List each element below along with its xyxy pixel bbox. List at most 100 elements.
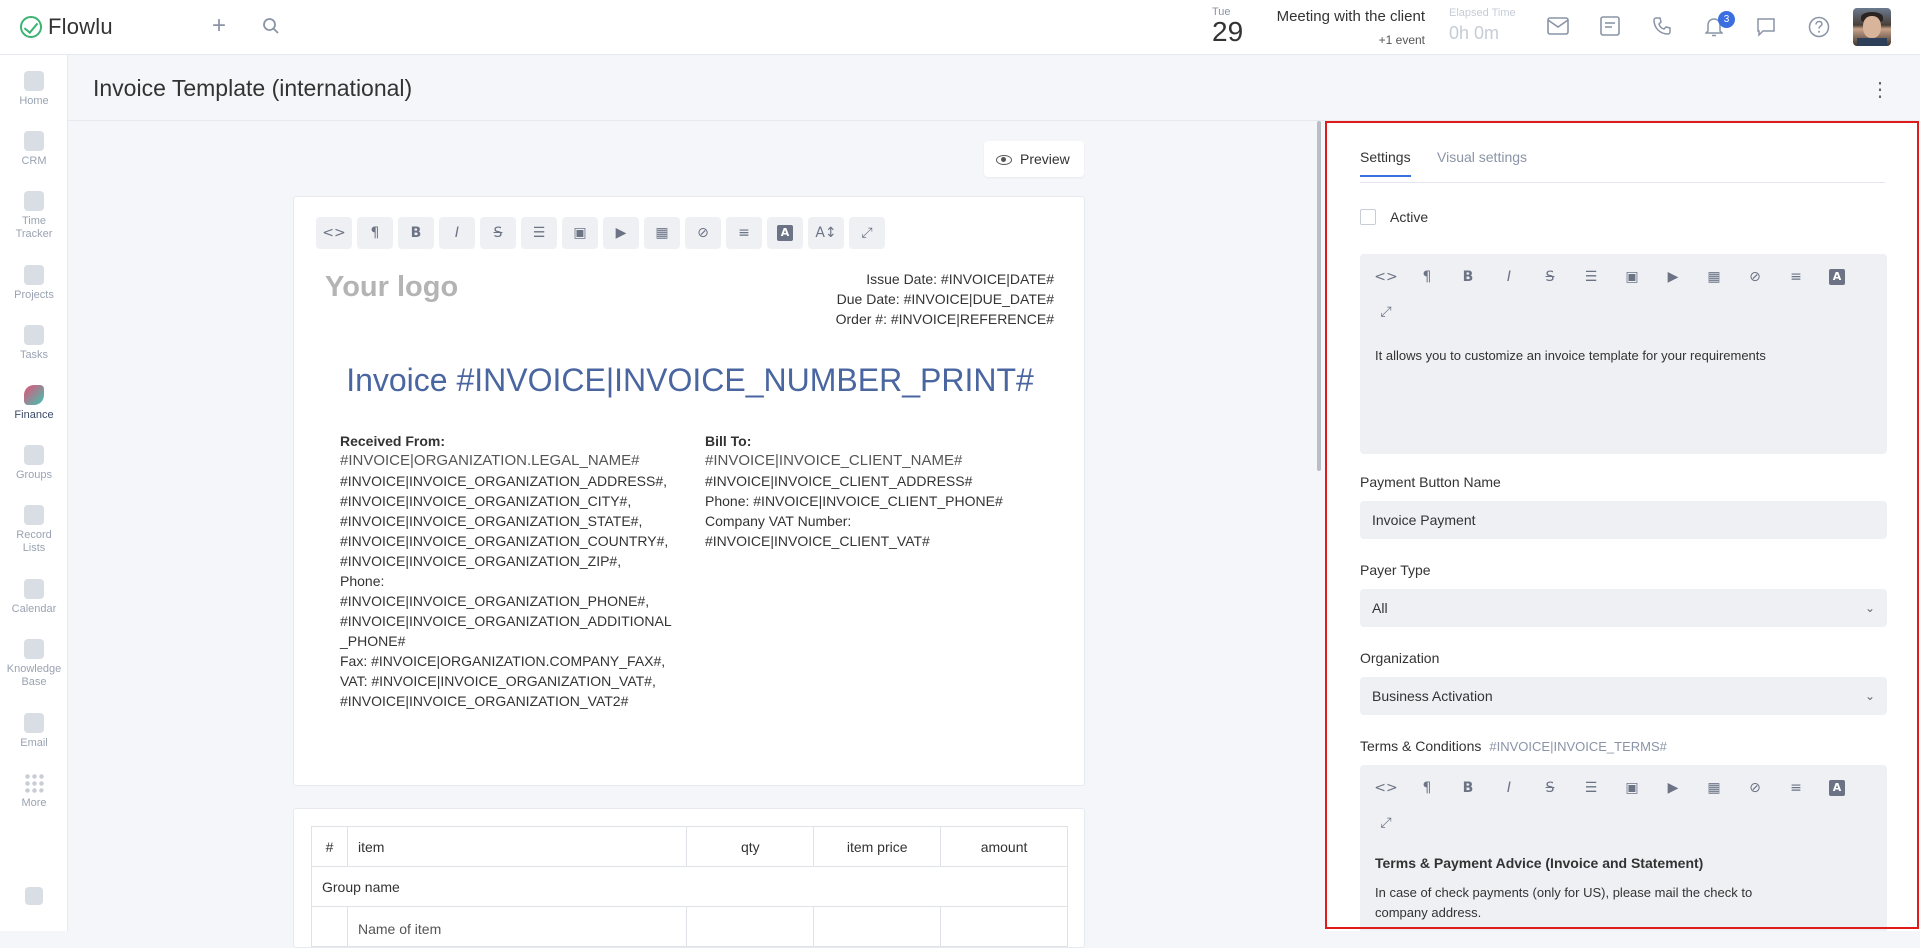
fullscreen-icon[interactable]: ⤢: [1368, 297, 1404, 327]
payment-button-input[interactable]: Invoice Payment: [1360, 501, 1887, 539]
text-color-icon[interactable]: A: [767, 217, 803, 249]
search-icon[interactable]: [262, 17, 280, 39]
org-line: _PHONE#: [340, 633, 406, 649]
table-icon[interactable]: ▦: [1696, 773, 1732, 803]
sidebar-item-calendar[interactable]: Calendar: [0, 579, 68, 615]
paragraph-icon[interactable]: ¶: [357, 217, 393, 249]
sidebar-item-knowledge-base[interactable]: Knowledge Base: [0, 639, 68, 689]
active-toggle[interactable]: Active: [1360, 209, 1428, 225]
user-avatar[interactable]: [1853, 8, 1891, 46]
sidebar-item-projects[interactable]: Projects: [0, 265, 68, 301]
fullscreen-icon[interactable]: ⤢: [849, 217, 885, 249]
fullscreen-icon[interactable]: ⤢: [1368, 808, 1404, 838]
date-day: 29: [1212, 16, 1244, 47]
table-icon[interactable]: ▦: [1696, 262, 1732, 292]
sidebar-item-tasks[interactable]: Tasks: [0, 325, 68, 361]
bold-icon[interactable]: B: [1450, 262, 1486, 292]
item-name-cell: Name of item: [346, 906, 688, 947]
font-size-icon[interactable]: A↕: [808, 217, 844, 249]
terms-editor[interactable]: <> ¶ B I S ☰ ▣ ▶ ▦ ⊘ ≡ A ⤢ Terms & Payme…: [1360, 765, 1887, 931]
sidebar-item-crm[interactable]: CRM: [0, 131, 68, 167]
code-view-icon[interactable]: <>: [1368, 773, 1404, 803]
image-icon[interactable]: ▣: [562, 217, 598, 249]
sidebar-item-time-tracker[interactable]: Time Tracker: [0, 191, 68, 241]
payer-type-select[interactable]: All ⌄: [1360, 589, 1887, 627]
sidebar-item-more[interactable]: More: [0, 773, 68, 809]
align-icon[interactable]: ≡: [726, 217, 762, 249]
top-bar: Flowlu + Tue 29 Meeting with the client …: [0, 0, 1920, 55]
sidebar-item-finance[interactable]: Finance: [0, 385, 68, 421]
description-editor[interactable]: <> ¶ B I S ☰ ▣ ▶ ▦ ⊘ ≡ A ⤢ It allows you…: [1360, 254, 1887, 454]
add-icon[interactable]: +: [212, 14, 226, 38]
text-color-icon[interactable]: A: [1819, 773, 1855, 803]
organization-select[interactable]: Business Activation ⌄: [1360, 677, 1887, 715]
tab-settings[interactable]: Settings: [1360, 149, 1411, 177]
link-icon[interactable]: ⊘: [1737, 262, 1773, 292]
chat-icon[interactable]: [1756, 17, 1776, 41]
calendar-date[interactable]: Tue 29: [1212, 6, 1243, 46]
invoice-header-editor[interactable]: <> ¶ B I S ☰ ▣ ▶ ▦ ⊘ ≡ A A↕ ⤢ Your logo …: [293, 196, 1085, 786]
org-line: #INVOICE|INVOICE_ORGANIZATION_CITY#,: [340, 493, 632, 509]
table-cell: [813, 906, 942, 947]
table-header-row: # item qty item price amount: [311, 826, 1068, 867]
tab-visual-settings[interactable]: Visual settings: [1437, 149, 1527, 175]
list-icon[interactable]: ☰: [1573, 773, 1609, 803]
italic-icon[interactable]: I: [439, 217, 475, 249]
app-logo[interactable]: Flowlu: [20, 14, 113, 40]
image-icon[interactable]: ▣: [1614, 262, 1650, 292]
flowlu-mini-icon: [25, 887, 43, 905]
preview-button[interactable]: Preview: [984, 141, 1084, 177]
strikethrough-icon[interactable]: S: [480, 217, 516, 249]
text-color-icon[interactable]: A: [1819, 262, 1855, 292]
calendar-icon: [24, 579, 44, 599]
notes-icon[interactable]: [1600, 16, 1620, 40]
elapsed-time[interactable]: Elapsed Time 0h 0m: [1449, 7, 1516, 44]
table-cell: [686, 906, 815, 947]
sidebar-item-email[interactable]: Email: [0, 713, 68, 749]
align-icon[interactable]: ≡: [1778, 262, 1814, 292]
help-icon[interactable]: [1808, 16, 1830, 42]
bold-icon[interactable]: B: [1450, 773, 1486, 803]
tasks-icon: [24, 325, 44, 345]
sidebar-item-home[interactable]: Home: [0, 71, 68, 107]
sidebar-collapse[interactable]: [0, 887, 68, 909]
paragraph-icon[interactable]: ¶: [1409, 262, 1445, 292]
sidebar-item-record-lists[interactable]: Record Lists: [0, 505, 68, 555]
terms-body-line2: company address.: [1375, 905, 1482, 920]
italic-icon[interactable]: I: [1491, 773, 1527, 803]
video-icon[interactable]: ▶: [1655, 773, 1691, 803]
editor-scrollbar[interactable]: [1317, 121, 1321, 471]
active-checkbox[interactable]: [1360, 209, 1376, 225]
sidebar-item-label: Home: [19, 95, 49, 107]
org-line: #INVOICE|INVOICE_ORGANIZATION_ZIP#,: [340, 553, 622, 569]
strikethrough-icon[interactable]: S: [1532, 773, 1568, 803]
sidebar-item-label: Tasks: [19, 349, 49, 361]
sidebar-item-label: Email: [20, 737, 48, 749]
more-options-icon[interactable]: ⋮: [1870, 77, 1890, 102]
sidebar-item-groups[interactable]: Groups: [0, 445, 68, 481]
received-from-heading: Received From:: [340, 433, 446, 449]
code-view-icon[interactable]: <>: [316, 217, 352, 249]
home-icon: [24, 71, 44, 91]
image-icon[interactable]: ▣: [1614, 773, 1650, 803]
upcoming-event[interactable]: Meeting with the client +1 event: [1270, 8, 1425, 47]
list-icon[interactable]: ☰: [521, 217, 557, 249]
template-editor: Preview <> ¶ B I S ☰ ▣ ▶ ▦ ⊘ ≡ A A↕ ⤢ Yo…: [68, 121, 1318, 948]
link-icon[interactable]: ⊘: [685, 217, 721, 249]
phone-icon[interactable]: [1652, 16, 1672, 40]
list-icon[interactable]: ☰: [1573, 262, 1609, 292]
link-icon[interactable]: ⊘: [1737, 773, 1773, 803]
strikethrough-icon[interactable]: S: [1532, 262, 1568, 292]
video-icon[interactable]: ▶: [1655, 262, 1691, 292]
invoice-items-editor[interactable]: # item qty item price amount Group name …: [293, 808, 1085, 948]
chevron-down-icon: ⌄: [1864, 689, 1875, 703]
align-icon[interactable]: ≡: [1778, 773, 1814, 803]
code-view-icon[interactable]: <>: [1368, 262, 1404, 292]
italic-icon[interactable]: I: [1491, 262, 1527, 292]
terms-variable-hint[interactable]: #INVOICE|INVOICE_TERMS#: [1489, 739, 1666, 754]
video-icon[interactable]: ▶: [603, 217, 639, 249]
table-icon[interactable]: ▦: [644, 217, 680, 249]
bold-icon[interactable]: B: [398, 217, 434, 249]
paragraph-icon[interactable]: ¶: [1409, 773, 1445, 803]
mail-icon[interactable]: [1547, 17, 1569, 39]
